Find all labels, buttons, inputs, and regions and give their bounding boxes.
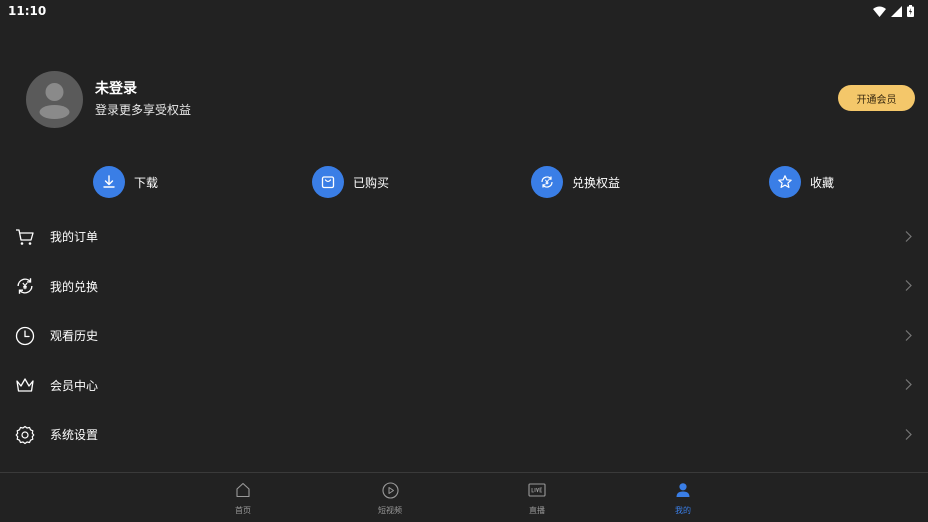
quick-action-label: 下载 xyxy=(134,175,159,190)
nav-short-video[interactable]: 短视频 xyxy=(350,480,430,520)
chevron-right-icon xyxy=(905,227,912,246)
open-vip-button[interactable]: 开通会员 xyxy=(838,85,915,111)
play-circle-icon xyxy=(380,480,400,500)
status-bar: 11:10 xyxy=(0,0,928,22)
crown-icon xyxy=(14,374,36,396)
profile-text: 未登录 登录更多享受权益 xyxy=(95,79,191,119)
nav-label: 直播 xyxy=(529,506,545,515)
purchased-bag-icon xyxy=(312,166,344,198)
avatar-placeholder-icon xyxy=(39,82,70,119)
battery-icon xyxy=(907,5,914,17)
exchange-yen-icon xyxy=(531,166,563,198)
menu-item-label: 系统设置 xyxy=(50,428,99,443)
menu-item-label: 观看历史 xyxy=(50,329,99,344)
chevron-right-icon xyxy=(905,326,912,345)
nav-live[interactable]: 直播 xyxy=(497,480,577,520)
nav-label: 首页 xyxy=(235,506,251,515)
wifi-icon xyxy=(873,6,886,17)
nav-label: 我的 xyxy=(675,506,691,515)
chevron-right-icon xyxy=(905,277,912,296)
status-time: 11:10 xyxy=(8,4,47,18)
exchange-yen-icon xyxy=(14,275,36,297)
profile-header[interactable]: 未登录 登录更多享受权益 xyxy=(26,70,191,128)
quick-action-purchased[interactable]: 已购买 xyxy=(312,166,389,198)
menu-item-label: 会员中心 xyxy=(50,378,99,393)
nav-mine[interactable]: 我的 xyxy=(643,480,723,520)
menu-item-vip-center[interactable]: 会员中心 xyxy=(0,361,928,411)
login-hint: 登录更多享受权益 xyxy=(95,103,192,117)
cart-icon xyxy=(14,226,36,248)
chevron-right-icon xyxy=(905,376,912,395)
bottom-nav: 首页 短视频 直播 我的 xyxy=(0,472,928,522)
signal-icon xyxy=(891,5,902,17)
quick-action-label: 已购买 xyxy=(353,175,390,190)
menu-list: 我的订单 我的兑换 观看历史 会员中心 系统设置 xyxy=(0,212,928,460)
login-status[interactable]: 未登录 xyxy=(95,79,191,99)
chevron-right-icon xyxy=(905,425,912,444)
clock-icon xyxy=(14,325,36,347)
quick-actions: 下载 已购买 兑换权益 收藏 xyxy=(0,166,928,198)
menu-item-settings[interactable]: 系统设置 xyxy=(0,410,928,460)
menu-item-label: 我的订单 xyxy=(50,230,99,245)
person-icon xyxy=(673,480,693,500)
home-icon xyxy=(233,480,253,500)
menu-item-exchange[interactable]: 我的兑换 xyxy=(0,262,928,312)
quick-action-favorites[interactable]: 收藏 xyxy=(769,166,834,198)
download-icon xyxy=(93,166,125,198)
avatar[interactable] xyxy=(26,70,83,128)
live-tv-icon xyxy=(527,480,547,500)
gear-icon xyxy=(14,424,36,446)
menu-item-label: 我的兑换 xyxy=(50,279,99,294)
nav-label: 短视频 xyxy=(378,506,402,515)
menu-item-history[interactable]: 观看历史 xyxy=(0,311,928,361)
quick-action-label: 兑换权益 xyxy=(572,175,621,190)
star-icon xyxy=(769,166,801,198)
quick-action-label: 收藏 xyxy=(810,175,835,190)
status-icons xyxy=(873,5,914,17)
quick-action-download[interactable]: 下载 xyxy=(93,166,158,198)
menu-item-orders[interactable]: 我的订单 xyxy=(0,212,928,262)
nav-home[interactable]: 首页 xyxy=(203,480,283,520)
quick-action-exchange[interactable]: 兑换权益 xyxy=(531,166,620,198)
